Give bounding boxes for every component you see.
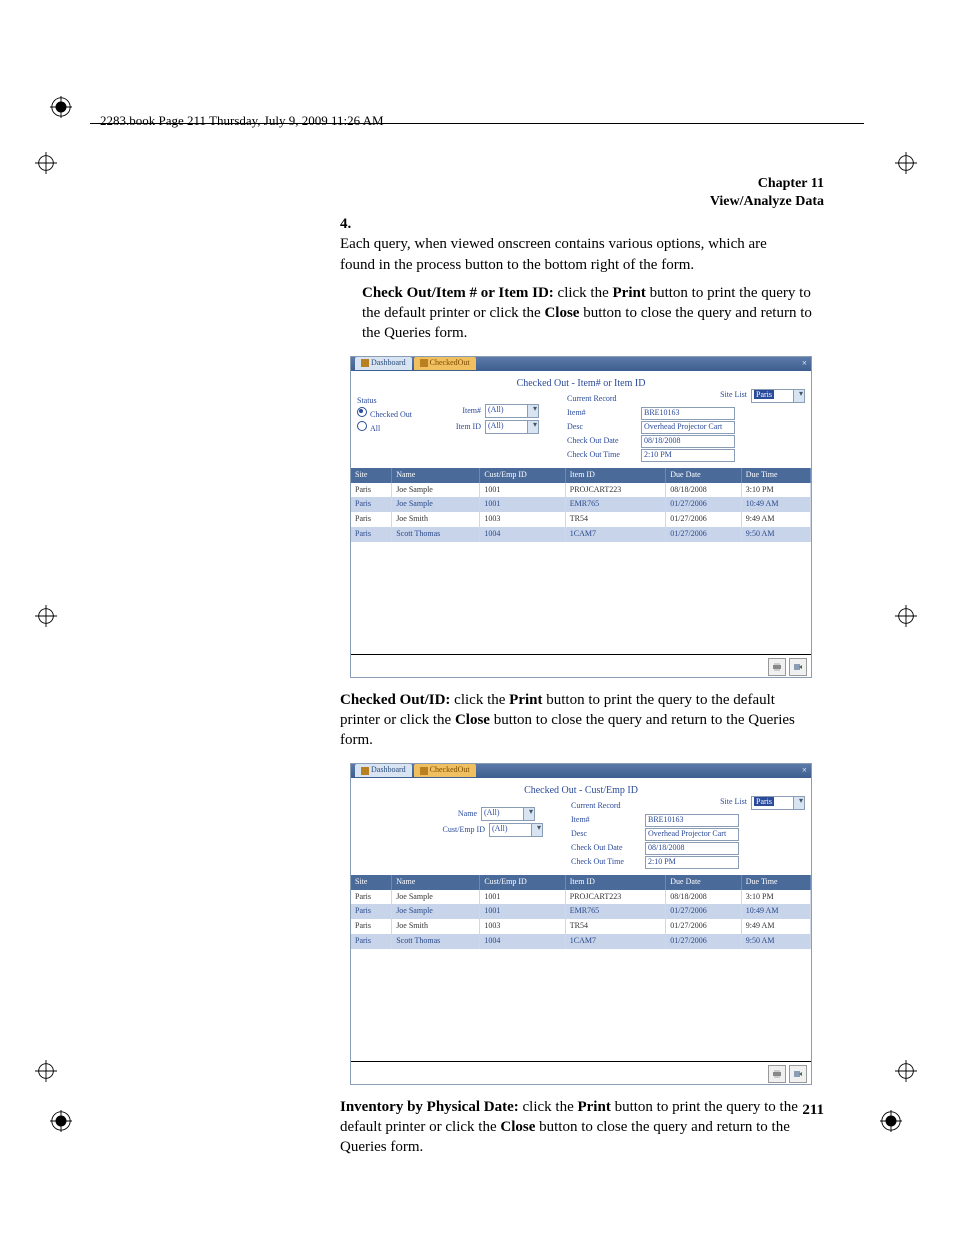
field-desc: Overhead Projector Cart [641,421,735,434]
crop-mark-icon [895,605,917,627]
tab-dashboard[interactable]: Dashboard [355,764,412,777]
table-row[interactable]: ParisScott Thomas10041CAM701/27/20069:50… [351,527,811,542]
crop-mark-icon [35,605,57,627]
table-row[interactable]: ParisJoe Sample1001PROJCART22308/18/2008… [351,890,811,905]
screenshot-checked-out-custemp: Dashboard CheckedOut × Checked Out - Cus… [350,763,812,1085]
site-list-select[interactable]: Paris [751,796,805,810]
table-row[interactable]: ParisJoe Smith1003TR5401/27/20069:49 AM [351,919,811,934]
tab-dashboard[interactable]: Dashboard [355,357,412,370]
chapter-heading: Chapter 11 View/Analyze Data [710,175,824,211]
paragraph-checkout-item: Check Out/Item # or Item ID: click the P… [362,283,815,344]
step-text: Each query, when viewed onscreen contain… [340,234,790,275]
field-checkout-time: 2:10 PM [645,856,739,869]
crop-mark-icon [895,152,917,174]
print-button[interactable] [768,1065,786,1083]
field-item-num: BRE10163 [645,814,739,827]
table-row[interactable]: ParisJoe Sample1001EMR76501/27/200610:49… [351,904,811,919]
field-item-num: BRE10163 [641,407,735,420]
item-id-label: Item ID [433,422,481,433]
custemp-filter-label: Cust/Emp ID [429,825,485,836]
item-num-label: Item# [433,406,481,417]
close-icon[interactable]: × [802,764,807,776]
crop-mark-icon [35,1060,57,1082]
print-button[interactable] [768,658,786,676]
crop-mark-icon [895,1060,917,1082]
tab-icon [420,359,428,367]
paragraph-inventory-physical-date: Inventory by Physical Date: click the Pr… [340,1097,815,1158]
tab-checkedout[interactable]: CheckedOut [414,357,476,370]
step-4: 4. Each query, when viewed onscreen cont… [340,214,815,275]
registration-mark-icon [50,1110,72,1132]
tab-icon [361,359,369,367]
name-select[interactable]: (All) [481,807,535,821]
results-grid: SiteNameCust/Emp IDItem IDDue DateDue Ti… [351,468,811,542]
field-checkout-date: 08/18/2008 [645,842,739,855]
table-row[interactable]: ParisJoe Sample1001EMR76501/27/200610:49… [351,497,811,512]
tab-icon [361,767,369,775]
field-desc: Overhead Projector Cart [645,828,739,841]
status-group: Status Checked Out All [357,394,425,436]
step-number: 4. [340,214,362,234]
page-header-text: 2283.book Page 211 Thursday, July 9, 200… [100,113,384,129]
table-row[interactable]: ParisJoe Sample1001PROJCART22308/18/2008… [351,483,811,498]
field-checkout-time: 2:10 PM [641,449,735,462]
registration-mark-icon [50,96,72,118]
current-record-title: Current Record [571,801,739,812]
tab-checkedout[interactable]: CheckedOut [414,764,476,777]
custemp-select[interactable]: (All) [489,823,543,837]
tab-bar: Dashboard CheckedOut × [351,764,811,778]
table-row[interactable]: ParisJoe Smith1003TR5401/27/20069:49 AM [351,512,811,527]
name-filter-label: Name [429,809,477,820]
close-button[interactable] [789,658,807,676]
site-list-label: Site List [720,390,747,401]
page-number: 211 [802,1102,824,1119]
crop-mark-icon [35,152,57,174]
tab-icon [420,767,428,775]
status-label: Status [357,396,421,407]
item-num-select[interactable]: (All) [485,404,539,418]
radio-checked-out[interactable]: Checked Out [357,407,421,421]
results-grid: SiteNameCust/Emp IDItem IDDue DateDue Ti… [351,875,811,949]
chapter-number: Chapter 11 [710,175,824,193]
chapter-title: View/Analyze Data [710,193,824,211]
item-id-select[interactable]: (All) [485,420,539,434]
table-row[interactable]: ParisScott Thomas10041CAM701/27/20069:50… [351,934,811,949]
screenshot-checked-out-item: Dashboard CheckedOut × Checked Out - Ite… [350,356,812,678]
close-button[interactable] [789,1065,807,1083]
registration-mark-icon [880,1110,902,1132]
site-list-label: Site List [720,797,747,808]
tab-bar: Dashboard CheckedOut × [351,357,811,371]
current-record-title: Current Record [567,394,735,405]
paragraph-checked-out-id: Checked Out/ID: click the Print button t… [340,690,815,751]
field-checkout-date: 08/18/2008 [641,435,735,448]
radio-all[interactable]: All [357,421,421,435]
close-icon[interactable]: × [802,357,807,369]
site-list-select[interactable]: Paris [751,389,805,403]
